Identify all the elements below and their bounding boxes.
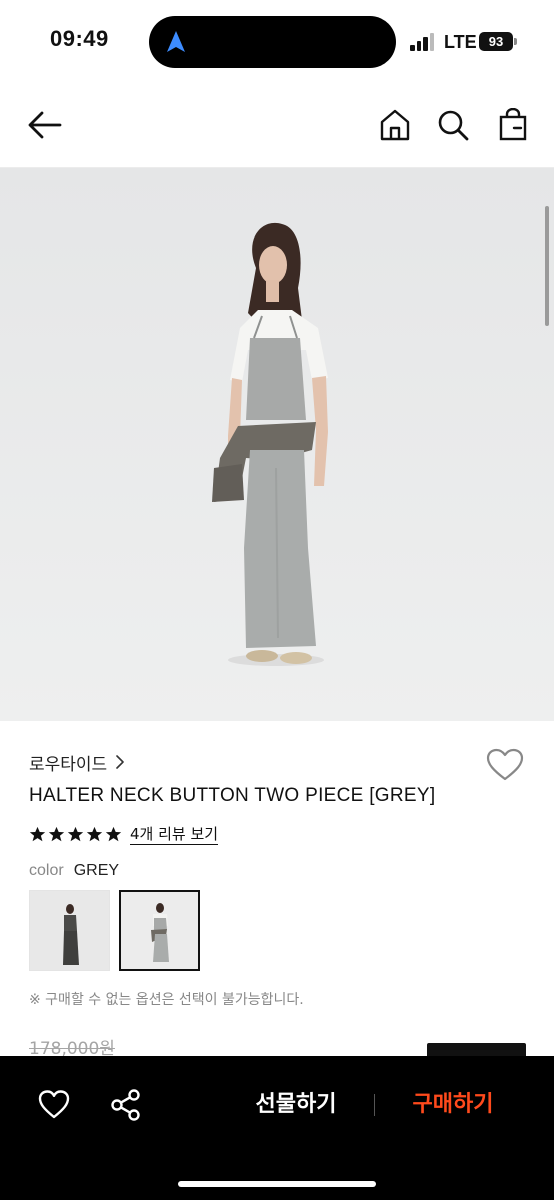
heart-outline-icon[interactable] bbox=[486, 748, 524, 782]
signal-icon bbox=[410, 33, 436, 51]
color-swatch-charcoal[interactable] bbox=[29, 890, 110, 971]
option-notice: ※ 구매할 수 없는 옵션은 선택이 불가능합니다. bbox=[29, 992, 304, 1008]
star-icon bbox=[29, 826, 46, 841]
star-icon bbox=[105, 826, 122, 841]
rating-row: 4개 리뷰 보기 bbox=[29, 822, 219, 846]
top-navigation bbox=[0, 84, 554, 168]
status-time: 09:49 bbox=[50, 26, 109, 51]
product-main-image[interactable] bbox=[0, 168, 554, 721]
search-icon[interactable] bbox=[436, 108, 470, 142]
model-photo bbox=[0, 168, 554, 721]
color-label: color bbox=[29, 862, 64, 879]
bottom-action-bar: 선물하기 구매하기 bbox=[0, 1056, 554, 1200]
scrollbar[interactable] bbox=[545, 206, 549, 326]
network-type: LTE bbox=[444, 32, 477, 52]
battery-icon: 93 bbox=[479, 32, 513, 51]
gift-button[interactable]: 선물하기 bbox=[230, 1084, 362, 1126]
rating-stars bbox=[29, 826, 122, 843]
share-icon[interactable] bbox=[110, 1088, 142, 1122]
star-icon bbox=[67, 826, 84, 841]
star-icon bbox=[86, 826, 103, 841]
star-icon bbox=[48, 826, 65, 841]
swatch-thumbnail bbox=[121, 892, 198, 969]
back-arrow-icon[interactable] bbox=[26, 108, 64, 142]
dynamic-island bbox=[149, 16, 396, 68]
color-swatch-grey-selected[interactable] bbox=[119, 890, 200, 971]
divider bbox=[374, 1094, 375, 1116]
status-bar: 09:49 LTE 93 bbox=[0, 0, 554, 84]
heart-outline-icon[interactable] bbox=[38, 1089, 70, 1121]
battery-tip bbox=[514, 38, 517, 45]
home-indicator[interactable] bbox=[178, 1181, 376, 1187]
home-icon[interactable] bbox=[378, 108, 412, 142]
brand-name: 로우타이드 bbox=[29, 754, 108, 775]
buy-button[interactable]: 구매하기 bbox=[388, 1084, 518, 1126]
color-option-row: color GREY bbox=[29, 862, 119, 880]
shopping-bag-icon[interactable] bbox=[496, 108, 530, 142]
color-value: GREY bbox=[73, 862, 120, 879]
swatch-thumbnail bbox=[30, 891, 109, 970]
review-link[interactable]: 4개 리뷰 보기 bbox=[130, 824, 219, 845]
location-arrow-icon bbox=[167, 31, 185, 52]
product-title: HALTER NECK BUTTON TWO PIECE [GREY] bbox=[29, 785, 436, 806]
chevron-right-icon bbox=[116, 755, 125, 769]
brand-link[interactable]: 로우타이드 bbox=[29, 748, 125, 776]
